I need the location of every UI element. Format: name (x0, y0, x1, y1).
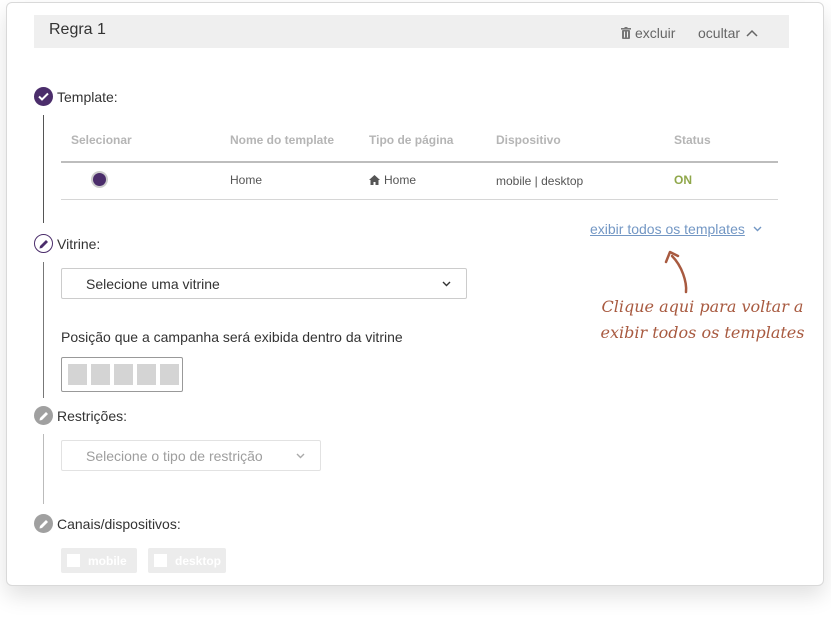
annotation-text: Clique aqui para voltar a exibir todos o… (600, 294, 805, 346)
table-row-divider (61, 199, 778, 200)
position-slot[interactable] (68, 364, 87, 385)
step-label-restricoes: Restrições: (57, 408, 128, 424)
step-label-template: Template: (57, 89, 118, 105)
vitrine-select[interactable]: Selecione uma vitrine (61, 268, 467, 299)
trash-icon (621, 27, 631, 39)
column-header-device: Dispositivo (496, 133, 561, 147)
table-header-divider (61, 161, 778, 163)
annotation-line-2: exibir todos os templates (600, 323, 805, 342)
checkbox-box (67, 554, 80, 567)
delete-label: excluir (635, 25, 676, 41)
chevron-down-icon (296, 453, 305, 459)
device-cell: mobile | desktop (496, 174, 584, 188)
step-label-vitrine: Vitrine: (57, 236, 101, 252)
checkbox-box (154, 554, 167, 567)
show-all-templates-label: exibir todos os templates (590, 221, 745, 237)
rule-header: Regra 1 excluir ocultar (34, 15, 789, 48)
channel-checkbox-desktop[interactable]: desktop (148, 548, 226, 573)
timeline-line-restricoes (43, 434, 44, 504)
timeline-line-vitrine (43, 262, 44, 398)
position-selector[interactable] (61, 357, 183, 392)
column-header-select: Selecionar (71, 133, 132, 147)
position-slot[interactable] (137, 364, 156, 385)
column-header-status: Status (674, 133, 711, 147)
chevron-up-icon (746, 29, 758, 37)
column-header-page-type: Tipo de página (369, 133, 454, 147)
channel-label-mobile: mobile (88, 553, 127, 568)
hide-button[interactable]: ocultar (698, 25, 758, 41)
column-header-template-name: Nome do template (230, 133, 335, 147)
restriction-select[interactable]: Selecione o tipo de restrição (61, 440, 321, 471)
template-radio-selected[interactable] (91, 171, 108, 188)
chevron-down-icon (753, 226, 762, 232)
restriction-select-placeholder: Selecione o tipo de restrição (86, 448, 263, 464)
pencil-circle-icon (34, 514, 53, 533)
position-slot[interactable] (114, 364, 133, 385)
page-type-label: Home (384, 173, 417, 187)
position-slot[interactable] (91, 364, 110, 385)
show-all-templates-link[interactable]: exibir todos os templates (590, 221, 762, 237)
annotation-line-1: Clique aqui para voltar a (601, 297, 804, 316)
pencil-circle-icon (34, 234, 53, 253)
step-label-canais: Canais/dispositivos: (57, 516, 181, 532)
channel-label-desktop: desktop (175, 553, 222, 568)
rule-title: Regra 1 (49, 21, 106, 38)
pencil-circle-icon (34, 406, 53, 425)
annotation-arrow (664, 250, 688, 294)
template-name-cell: Home (230, 173, 263, 187)
chevron-down-icon (442, 281, 451, 287)
hide-label: ocultar (698, 25, 741, 41)
page-type-cell: Home (369, 173, 416, 187)
status-cell: ON (674, 173, 692, 187)
channel-checkbox-mobile[interactable]: mobile (61, 548, 137, 573)
home-icon (369, 175, 380, 185)
position-label: Posição que a campanha será exibida dent… (61, 329, 403, 345)
delete-button[interactable]: excluir (621, 25, 675, 41)
timeline-line-template (43, 115, 44, 223)
vitrine-select-value: Selecione uma vitrine (86, 276, 220, 292)
position-slot[interactable] (160, 364, 179, 385)
check-circle-icon (34, 87, 53, 106)
